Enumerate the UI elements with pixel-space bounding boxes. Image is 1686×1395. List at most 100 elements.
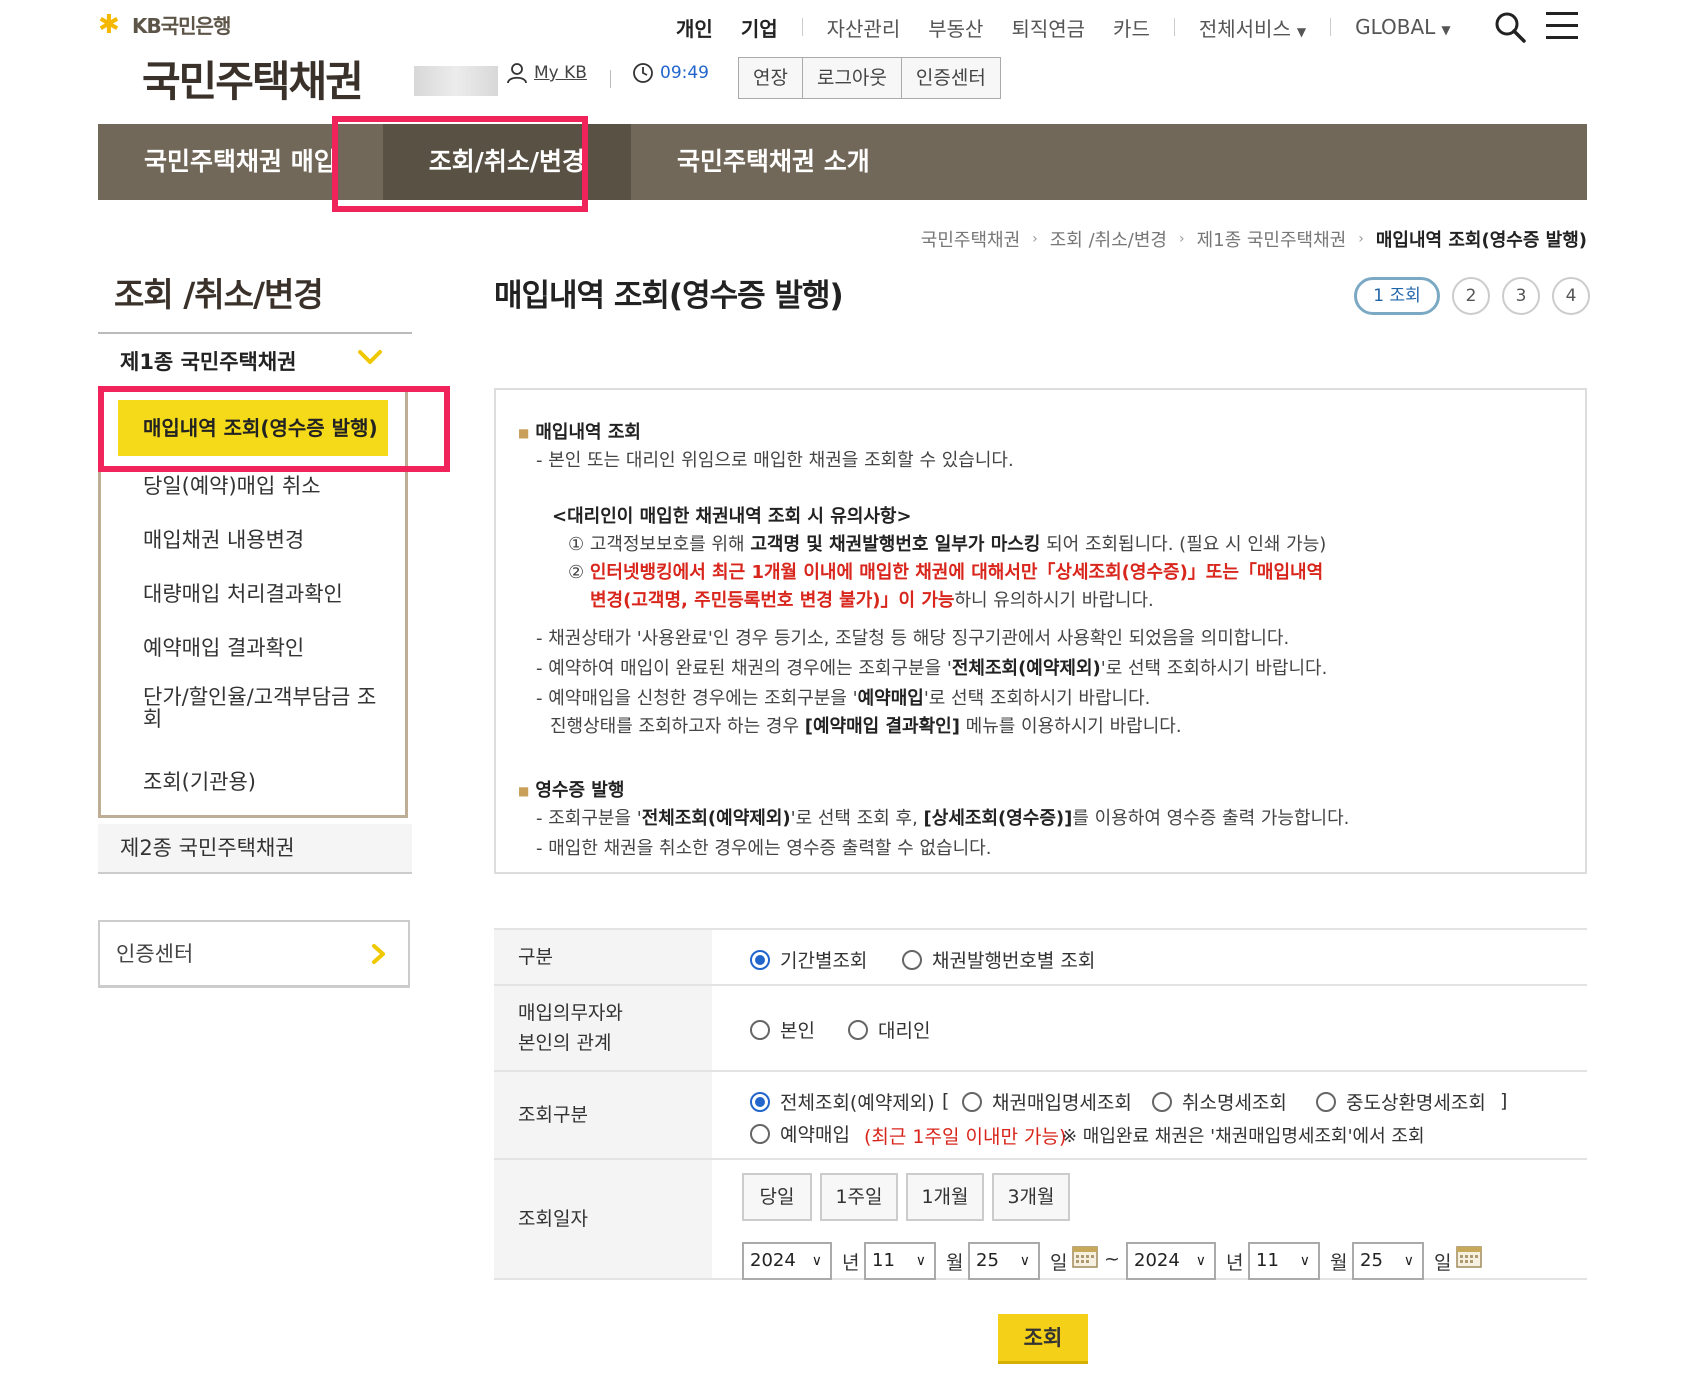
gnb-asset[interactable]: 자산관리	[813, 13, 915, 42]
unit-month: 월	[946, 1252, 964, 1274]
cert-center-link[interactable]: 인증센터	[98, 920, 410, 988]
select-value: 11	[872, 1250, 895, 1271]
info-section-title: ■ 영수증 발행	[518, 776, 624, 802]
gnb-personal[interactable]: 개인	[662, 13, 727, 42]
chevron-down-icon: ∨	[1403, 1253, 1414, 1269]
quick-1week-button[interactable]: 1주일	[820, 1173, 898, 1221]
info-line: - 본인 또는 대리인 위임으로 매입한 채권을 조회할 수 있습니다.	[536, 450, 1014, 471]
cert-center-button[interactable]: 인증센터	[901, 58, 1000, 98]
sidebar-item-change[interactable]: 매입채권 내용변경	[143, 524, 304, 554]
caret-down-icon: ▼	[1296, 24, 1307, 39]
sidebar-group-type1[interactable]: 제1종 국민주택채권	[120, 346, 296, 376]
sidebar-item-institution[interactable]: 조회(기관용)	[143, 766, 256, 796]
kb-logo[interactable]: ✱ KB국민은행	[98, 10, 231, 39]
hamburger-menu-icon[interactable]	[1546, 12, 1578, 42]
radio-redemption-detail[interactable]: 중도상환명세조회	[1316, 1088, 1486, 1115]
radio-label: 본인	[780, 1020, 815, 1042]
breadcrumb: 국민주택채권 › 조회 /취소/변경 › 제1종 국민주택채권 › 매입내역 조…	[921, 226, 1587, 252]
extend-session-button[interactable]: 연장	[739, 58, 803, 98]
radio-all[interactable]: 전체조회(예약제외)	[750, 1088, 935, 1115]
chevron-right-icon: ›	[1032, 231, 1038, 247]
form-row-relation: 매입의무자와본인의 관계 본인 대리인	[494, 986, 1587, 1072]
to-year-select[interactable]: 2024 ∨	[1126, 1242, 1216, 1280]
radio-bond-number[interactable]: 채권발행번호별 조회	[902, 946, 1095, 973]
radio-reservation[interactable]: 예약매입	[750, 1120, 850, 1147]
info-text: 메뉴를 이용하시기 바랍니다.	[959, 716, 1182, 737]
gnb-realestate[interactable]: 부동산	[914, 13, 997, 42]
step-3: 3	[1502, 277, 1540, 315]
info-text: 를 이용하여 영수증 출력 가능합니다.	[1072, 808, 1350, 829]
breadcrumb-item[interactable]: 조회 /취소/변경	[1050, 226, 1167, 252]
calendar-icon[interactable]	[1456, 1244, 1482, 1268]
caret-down-icon: ▼	[1441, 23, 1451, 37]
notice-text: ① 고객정보보호를 위해	[568, 534, 751, 555]
to-month-select[interactable]: 11 ∨	[1248, 1242, 1320, 1280]
radio-agent[interactable]: 대리인	[848, 1016, 930, 1043]
form-row-date: 조회일자 당일 1주일 1개월 3개월 2024 ∨ 년 11 ∨ 월 25 ∨ 일 …	[494, 1160, 1587, 1280]
chevron-down-icon[interactable]	[357, 344, 383, 370]
form-row-type: 구분 기간별조회 채권발행번호별 조회	[494, 930, 1587, 986]
logout-button[interactable]: 로그아웃	[802, 58, 902, 98]
mykb-label: My KB	[534, 63, 587, 83]
sidebar-group-type2[interactable]: 제2종 국민주택채권	[98, 824, 412, 874]
search-button[interactable]: 조회	[998, 1314, 1088, 1364]
page-title: 매입내역 조회(영수증 발행)	[494, 278, 844, 314]
from-day-select[interactable]: 25 ∨	[968, 1242, 1040, 1280]
info-line: - 예약매입을 신청한 경우에는 조회구분을 '예약매입'로 선택 조회하시기 …	[536, 684, 1150, 710]
user-icon	[507, 63, 527, 84]
form-label: 조회일자	[494, 1160, 712, 1278]
info-notice-box: ■ 매입내역 조회 - 본인 또는 대리인 위임으로 매입한 채권을 조회할 수 …	[494, 388, 1587, 874]
form-cell: 당일 1주일 1개월 3개월 2024 ∨ 년 11 ∨ 월 25 ∨ 일 ~ 202…	[712, 1160, 1587, 1280]
gnb-pension[interactable]: 퇴직연금	[997, 13, 1099, 42]
breadcrumb-item[interactable]: 제1종 국민주택채권	[1197, 226, 1347, 252]
radio-period[interactable]: 기간별조회	[750, 946, 867, 973]
radio-empty-icon	[1316, 1091, 1336, 1112]
radio-label: 예약매입	[780, 1124, 850, 1146]
mykb-link[interactable]: My KB	[506, 62, 587, 84]
form-label-line: 본인의 관계	[518, 1032, 612, 1054]
to-day-select[interactable]: 25 ∨	[1352, 1242, 1424, 1280]
notice-red: 인터넷뱅킹에서 최근 1개월 이내에 매입한 채권에 대해서만「상세조회(영수증…	[589, 562, 1324, 583]
info-text: - 예약매입을 신청한 경우에는 조회구분을 '	[536, 688, 858, 709]
gnb-global-label: GLOBAL	[1355, 15, 1436, 39]
calendar-icon[interactable]	[1072, 1244, 1098, 1268]
sidebar-item-price-rate[interactable]: 단가/할인율/고객부담금 조회	[143, 686, 393, 730]
sidebar-item-cancel[interactable]: 당일(예약)매입 취소	[143, 470, 321, 500]
quick-3month-button[interactable]: 3개월	[992, 1173, 1070, 1221]
radio-empty-icon	[750, 1123, 770, 1144]
radio-cancel-detail[interactable]: 취소명세조회	[1152, 1088, 1287, 1115]
notice-text: 되어 조회됩니다. (필요 시 인쇄 가능)	[1040, 534, 1327, 555]
notice-item-1: ① 고객정보보호를 위해 고객명 및 채권발행번호 일부가 마스킹 되어 조회됩…	[568, 530, 1326, 556]
radio-purchase-detail[interactable]: 채권매입명세조회	[962, 1088, 1132, 1115]
gnb-card[interactable]: 카드	[1099, 13, 1164, 42]
quick-today-button[interactable]: 당일	[742, 1173, 812, 1221]
search-icon[interactable]	[1493, 10, 1527, 44]
info-text: '로 선택 조회하시기 바랍니다.	[1100, 658, 1328, 679]
notice-mark: ②	[568, 562, 585, 583]
from-month-select[interactable]: 11 ∨	[864, 1242, 936, 1280]
nav-introduction[interactable]: 국민주택채권 소개	[631, 124, 916, 200]
select-value: 2024	[1134, 1250, 1180, 1271]
radio-empty-icon	[848, 1019, 868, 1040]
notice-item-2-cont: 변경(고객명, 주민등록번호 변경 불가)」이 가능하니 유의하시기 바랍니다.	[590, 586, 1154, 612]
site-title[interactable]: 국민주택채권	[142, 48, 364, 109]
gnb-all-services[interactable]: 전체서비스 ▼	[1185, 13, 1320, 42]
chevron-down-icon: ∨	[915, 1253, 926, 1269]
highlight-annotation-box	[332, 116, 588, 212]
form-label-line: 매입의무자와	[518, 1001, 623, 1024]
sidebar-item-reservation-result[interactable]: 예약매입 결과확인	[143, 632, 304, 662]
gnb-global[interactable]: GLOBAL ▼	[1341, 15, 1464, 39]
select-value: 25	[976, 1250, 999, 1271]
from-year-select[interactable]: 2024 ∨	[742, 1242, 832, 1280]
form-cell: 기간별조회 채권발행번호별 조회	[712, 930, 1587, 984]
sidebar-item-bulk-result[interactable]: 대량매입 처리결과확인	[143, 578, 343, 608]
breadcrumb-item[interactable]: 국민주택채권	[921, 226, 1020, 252]
notice-bold: 고객명 및 채권발행번호 일부가 마스킹	[750, 534, 1041, 555]
unit-day: 일	[1050, 1252, 1068, 1274]
radio-self[interactable]: 본인	[750, 1016, 815, 1043]
radio-label: 취소명세조회	[1182, 1092, 1287, 1114]
gnb-business[interactable]: 기업	[727, 13, 792, 42]
select-value: 25	[1360, 1250, 1383, 1271]
quick-1month-button[interactable]: 1개월	[906, 1173, 984, 1221]
notice-red: 변경(고객명, 주민등록번호 변경 불가)」이 가능	[590, 590, 955, 611]
